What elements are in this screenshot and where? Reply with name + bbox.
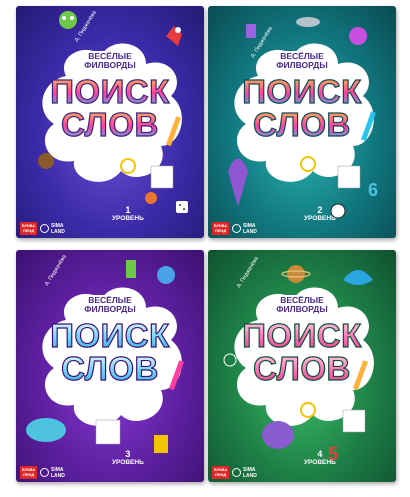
pencil-icon: [168, 360, 184, 391]
level-word: УРОВЕНЬ: [112, 215, 144, 222]
dolphin-icon: [343, 270, 373, 285]
word-grid-icon: [342, 409, 366, 433]
sima-land-icon: [232, 468, 241, 477]
brand-logo: SIMA LAND: [232, 466, 262, 479]
level-word: УРОВЕНЬ: [304, 215, 336, 222]
lamp-icon: [126, 260, 136, 278]
number-six-icon: 6: [368, 180, 378, 200]
publisher-logo: БУКВА ЛЕНД: [20, 466, 37, 479]
level-word: УРОВЕНЬ: [304, 459, 336, 466]
ufo-icon: [296, 17, 320, 27]
dice-icon: [176, 201, 188, 213]
level-indicator: 4 УРОВЕНЬ: [304, 450, 336, 467]
book-cover-level-2[interactable]: А. Пиджачёва ВЕСЁЛЫЕ ФИЛВОРДЫ ПОИСК СЛОВ…: [208, 6, 396, 238]
level-indicator: 3 УРОВЕНЬ: [112, 450, 144, 467]
magnifier-icon: [120, 158, 136, 174]
word-grid-icon: [150, 165, 174, 189]
level-number: 4: [317, 449, 323, 459]
decorations: [26, 260, 184, 453]
purple-monster-icon: [349, 27, 367, 45]
octopus-icon: [228, 158, 248, 206]
magnifier-icon: [300, 402, 316, 418]
publisher-logo: БУКВА ЛЕНД: [20, 222, 37, 235]
book-cover-level-1[interactable]: А. Пиджачёва ВЕСЁЛЫЕ ФИЛВОРДЫ ПОИСК СЛОВ: [16, 6, 204, 238]
pencil-icon: [165, 116, 181, 147]
book-cover-level-4[interactable]: А. Пиджачёва ВЕСЁЛЫЕ ФИЛВОРДЫ ПОИСК СЛОВ…: [208, 250, 396, 482]
decorations: [38, 11, 188, 213]
monkey-icon: [38, 153, 54, 169]
sima-land-icon: [40, 468, 49, 477]
whale-icon: [26, 418, 66, 442]
publisher-logo: БУКВА ЛЕНД: [212, 222, 229, 235]
green-monster-icon: [59, 11, 77, 29]
hippo-icon: [262, 421, 294, 449]
word-grid-icon: [95, 419, 121, 445]
basketball-icon: [145, 192, 157, 204]
level-number: 3: [125, 449, 131, 459]
level-number: 1: [125, 205, 131, 215]
trophy-icon: [154, 435, 168, 453]
sima-land-icon: [232, 224, 241, 233]
level-indicator: 1 УРОВЕНЬ: [112, 206, 144, 223]
magnifier-icon: [300, 156, 316, 172]
level-indicator: 2 УРОВЕНЬ: [304, 206, 336, 223]
sima-land-icon: [40, 224, 49, 233]
decorations: 6: [228, 17, 378, 219]
word-grid-icon: [337, 165, 361, 189]
book-cover-level-3[interactable]: А. Пиджачёва ВЕСЁЛЫЕ ФИЛВОРДЫ ПОИСК СЛОВ…: [16, 250, 204, 482]
planet-icon: [287, 265, 305, 283]
decorations: 5: [223, 265, 373, 464]
brand-logo: SIMA LAND: [40, 222, 70, 235]
level-word: УРОВЕНЬ: [112, 459, 144, 466]
pencil-icon: [352, 360, 368, 391]
publisher-logo: БУКВА ЛЕНД: [212, 466, 229, 479]
letter-block-icon: [246, 24, 256, 38]
level-number: 2: [317, 205, 323, 215]
brand-logo: SIMA LAND: [40, 466, 70, 479]
clock-icon: [223, 353, 237, 367]
blue-rabbit-icon: [157, 266, 175, 284]
brand-logo: SIMA LAND: [232, 222, 262, 235]
pencil-icon: [360, 111, 376, 142]
